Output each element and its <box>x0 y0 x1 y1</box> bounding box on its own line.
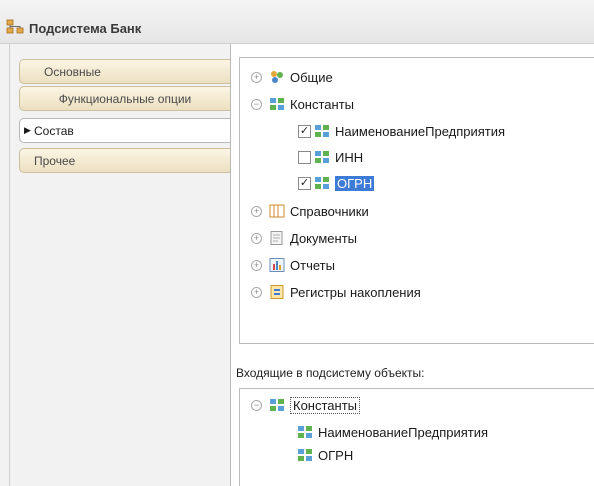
tree-row-constants[interactable]: − Константы <box>251 94 354 114</box>
constant-icon <box>298 449 312 461</box>
tab-main[interactable]: Основные <box>19 59 230 84</box>
focused-item: Константы <box>290 396 360 414</box>
window-title: Подсистема Банк <box>29 21 142 36</box>
included-row-constants[interactable]: − Константы <box>251 395 360 415</box>
included-objects-label: Входящие в подсистему объекты: <box>236 366 425 380</box>
selected-item: ОГРН <box>335 175 375 191</box>
subsystem-icon <box>6 19 24 34</box>
included-row-constant-ogrn[interactable]: ОГРН <box>297 445 353 465</box>
constants-icon <box>270 399 284 411</box>
tree-row-constant-inn[interactable]: ИНН <box>298 147 363 167</box>
tree-row-constant-name[interactable]: ✓ НаименованиеПредприятия <box>298 121 505 141</box>
active-tab-arrow-icon: ▶ <box>24 125 31 135</box>
tab-functional-options[interactable]: Функциональные опции <box>19 86 230 111</box>
included-row-constant-name[interactable]: НаименованиеПредприятия <box>297 422 488 442</box>
tree-row-documents[interactable]: + Документы <box>251 228 357 248</box>
catalogs-icon <box>269 204 285 218</box>
checkbox[interactable]: ✓ <box>298 124 311 138</box>
tree-row-reports[interactable]: + Отчеты <box>251 255 335 275</box>
expand-icon[interactable]: + <box>251 286 262 298</box>
tree-row-general[interactable]: + Общие <box>251 67 333 87</box>
tree-row-constant-ogrn[interactable]: ✓ ОГРН <box>298 173 375 193</box>
constant-icon <box>315 177 329 189</box>
expand-icon[interactable]: + <box>251 259 262 271</box>
tree-row-catalogs[interactable]: + Справочники <box>251 201 369 221</box>
checkbox[interactable] <box>298 150 311 164</box>
collapse-icon[interactable]: − <box>251 399 262 411</box>
documents-icon <box>270 231 283 245</box>
tree-row-registers[interactable]: + Регистры накопления <box>251 282 421 302</box>
constant-icon <box>315 125 329 137</box>
expand-icon[interactable]: + <box>251 71 262 83</box>
constant-icon <box>315 151 329 163</box>
checkbox[interactable]: ✓ <box>298 176 311 190</box>
constants-icon <box>270 98 284 110</box>
title-bar: Подсистема Банк <box>0 0 594 44</box>
tab-composition[interactable]: ▶ Состав <box>19 118 230 143</box>
general-objects-icon <box>271 71 283 83</box>
reports-icon <box>269 258 285 272</box>
expand-icon[interactable]: + <box>251 232 262 244</box>
accumulation-registers-icon <box>270 285 284 299</box>
constant-icon <box>298 426 312 438</box>
tab-other[interactable]: Прочее <box>19 148 230 173</box>
collapse-icon[interactable]: − <box>251 98 262 110</box>
expand-icon[interactable]: + <box>251 205 262 217</box>
